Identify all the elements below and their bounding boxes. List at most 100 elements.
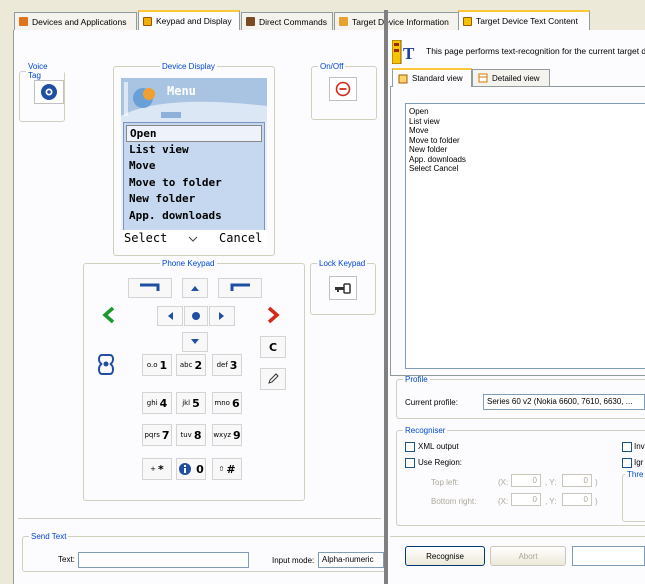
input-mode-select[interactable]: Alpha-numeric <box>318 552 384 568</box>
abort-button[interactable]: Abort <box>490 546 566 566</box>
tab-standard-view[interactable]: Standard view <box>392 68 472 87</box>
devices-icon <box>19 17 28 26</box>
keypad-key-4[interactable]: ghi 4 <box>142 392 172 414</box>
keypad-key-7[interactable]: pqrs 7 <box>142 424 172 446</box>
keypad-key-2[interactable]: abc 2 <box>176 354 206 376</box>
profile-legend: Profile <box>405 375 428 384</box>
power-button[interactable] <box>329 77 357 101</box>
bottom-right-x-label: (X: <box>498 497 509 506</box>
voice-tag-legend: Voice Tag <box>28 62 48 80</box>
menu-item[interactable]: App. downloads <box>124 208 264 225</box>
softkey-bar: Select Cancel <box>121 230 267 248</box>
key-digit: 3 <box>229 358 238 372</box>
recognized-text-area[interactable]: Open List view Move Move to folder New f… <box>405 103 645 369</box>
keypad-key-12[interactable]: ⇧ # <box>212 458 242 480</box>
top-left-x-label: (X: <box>498 478 509 487</box>
voice-tag-button[interactable] <box>34 80 64 104</box>
key-digit: # <box>226 462 236 476</box>
top-left-x-input[interactable]: 0 <box>511 474 541 487</box>
keypad-key-1[interactable]: o.o 1 <box>142 354 172 376</box>
menu-item-selected[interactable]: Open <box>126 125 262 142</box>
tab-keypad-and-display[interactable]: Keypad and Display <box>138 10 240 30</box>
device-screen[interactable]: Menu Open List view Move Move to folder … <box>121 78 267 248</box>
keypad-key-9[interactable]: wxyz 9 <box>212 424 242 446</box>
keypad-key-10[interactable]: + * <box>142 458 172 480</box>
left-softkey-label[interactable]: Select <box>124 231 167 245</box>
menu-item[interactable]: Move <box>124 158 264 175</box>
ignore-checkbox[interactable] <box>622 458 632 468</box>
up-key[interactable] <box>182 278 208 298</box>
standard-view-icon <box>398 74 408 83</box>
detailed-view-icon <box>478 73 488 83</box>
recognized-line: Select Cancel <box>409 164 459 173</box>
on-off-legend: On/Off <box>320 62 344 71</box>
xml-output-checkbox[interactable] <box>405 442 415 452</box>
right-softkey-label[interactable]: Cancel <box>219 231 262 245</box>
tab-detailed-view[interactable]: Detailed view <box>472 69 550 86</box>
lock-keypad-button[interactable] <box>329 276 357 300</box>
invert-label: Inv <box>634 442 645 451</box>
keypad-display-icon <box>143 16 152 26</box>
bottom-right-y-input[interactable]: 0 <box>562 493 592 506</box>
keypad-key-11[interactable]: 0 <box>176 458 206 480</box>
pencil-icon <box>268 373 279 384</box>
current-profile-select[interactable]: Series 60 v2 (Nokia 6600, 7610, 6630, ..… <box>483 394 645 410</box>
use-region-checkbox[interactable] <box>405 458 415 468</box>
use-region-label: Use Region: <box>418 458 463 467</box>
separator <box>18 518 381 519</box>
keypad-key-3[interactable]: def 3 <box>212 354 242 376</box>
key-letters: tuv <box>180 431 192 439</box>
recognized-line: Open <box>409 107 429 116</box>
tab-direct-commands[interactable]: Direct Commands <box>241 12 333 30</box>
menu-item[interactable]: New folder <box>124 191 264 208</box>
keypad-key-6[interactable]: mno 6 <box>212 392 242 414</box>
chevron-down-icon <box>188 236 198 242</box>
tab-devices-and-applications[interactable]: Devices and Applications <box>14 12 137 30</box>
key-digit: 9 <box>233 428 241 442</box>
send-text-input[interactable] <box>78 552 249 568</box>
key-letters: wxyz <box>213 431 232 439</box>
arrow-right-icon <box>219 312 224 320</box>
right-key[interactable] <box>209 306 235 326</box>
down-key[interactable] <box>182 332 208 352</box>
applications-menu-icon <box>98 354 114 375</box>
key-digit: 2 <box>194 358 203 372</box>
bottom-right-label: Bottom right: <box>431 497 477 506</box>
key-digit: * <box>158 462 164 476</box>
send-text-legend: Send Text <box>31 532 67 541</box>
top-left-y-label: , Y: <box>545 478 557 487</box>
tab-target-device-text-content[interactable]: Target Device Text Content <box>458 10 590 30</box>
info-icon <box>179 463 192 475</box>
top-left-close: ) <box>595 478 598 487</box>
key-letters: ghi <box>146 399 158 407</box>
tab-target-device-information[interactable]: Target Device Information <box>334 12 459 30</box>
center-select-key[interactable] <box>184 306 208 326</box>
page-description: This page performs text-recognition for … <box>426 46 645 56</box>
screen-header: Menu <box>121 78 267 122</box>
text-content-icon <box>463 16 472 26</box>
menu-item[interactable]: Move to folder <box>124 175 264 192</box>
end-call-button[interactable] <box>264 306 282 326</box>
lock-keypad-legend: Lock Keypad <box>319 259 366 268</box>
right-soft-key-button[interactable] <box>218 278 262 298</box>
screen-title: Menu <box>167 84 196 98</box>
key-digit: 7 <box>161 428 170 442</box>
bottom-right-x-input[interactable]: 0 <box>511 493 541 506</box>
menu-item[interactable]: List view <box>124 142 264 159</box>
edit-key[interactable] <box>260 368 286 390</box>
xml-output-label: XML output <box>418 442 459 451</box>
call-button[interactable] <box>100 306 118 326</box>
recognise-button[interactable]: Recognise <box>405 546 485 566</box>
recognized-line: App. downloads <box>409 154 466 164</box>
left-key[interactable] <box>157 306 183 326</box>
menu-apps-button[interactable] <box>96 352 118 380</box>
keypad-key-8[interactable]: tuv 8 <box>176 424 206 446</box>
key-icon <box>335 283 351 294</box>
keypad-key-5[interactable]: jkl 5 <box>176 392 206 414</box>
clear-key[interactable]: C <box>260 336 286 358</box>
top-left-y-input[interactable]: 0 <box>562 474 592 487</box>
key-letters: pqrs <box>144 431 160 439</box>
left-softkey-icon <box>140 283 160 291</box>
invert-checkbox[interactable] <box>622 442 632 452</box>
left-soft-key-button[interactable] <box>128 278 172 298</box>
